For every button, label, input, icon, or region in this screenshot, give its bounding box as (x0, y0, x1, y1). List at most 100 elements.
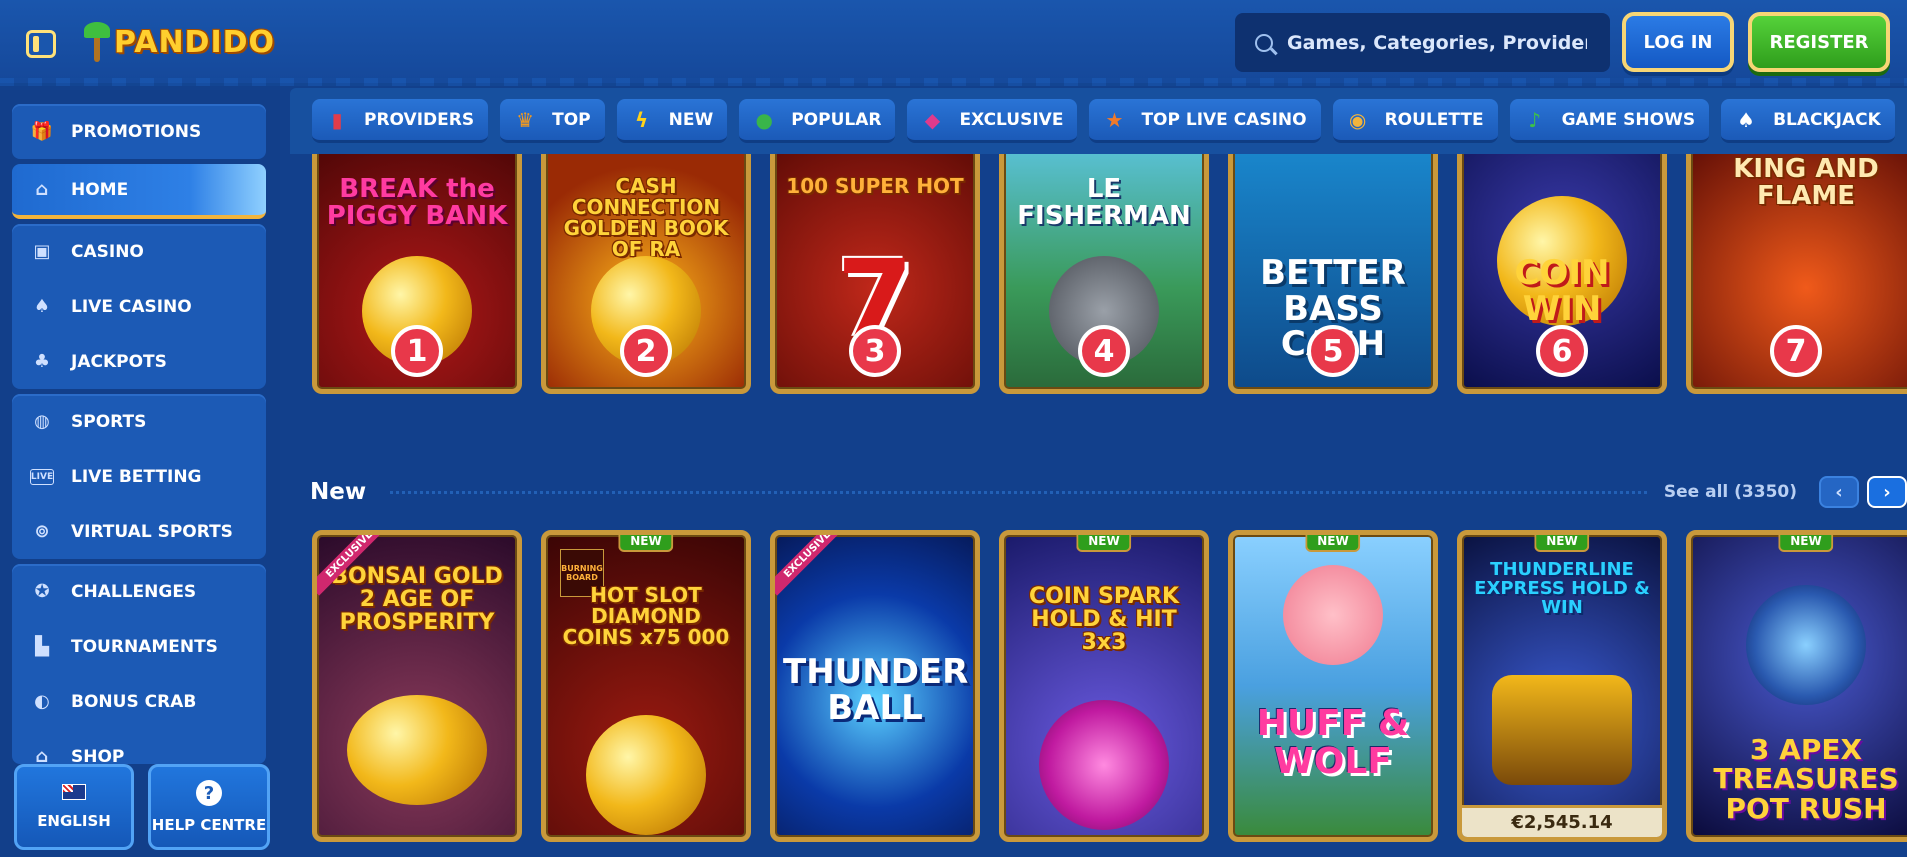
game-tile-huff-and-wolf[interactable]: NEW HUFF & WOLF (1228, 530, 1438, 842)
sidebar-item-label: BONUS CRAB (71, 691, 197, 712)
new-badge: NEW (1305, 535, 1361, 552)
game-title: 100 SUPER HOT (786, 174, 964, 198)
new-badge: NEW (1076, 535, 1132, 552)
train-art (1492, 675, 1632, 785)
tab-popular[interactable]: ● POPULAR (739, 99, 896, 143)
game-tile-bonsai-gold-2[interactable]: EXCLUSIVE BONSAI GOLD 2 AGE OF PROSPERIT… (312, 530, 522, 842)
game-tile-hot-slot-diamond-coins[interactable]: NEW BURNING BOARD HOT SLOT DIAMOND COINS… (541, 530, 751, 842)
nav-group-extras: ✪ CHALLENGES ▙ TOURNAMENTS ◐ BONUS CRAB … (12, 564, 266, 764)
playing-cards-icon: ♠ (1737, 107, 1756, 132)
sidebar-item-label: LIVE CASINO (71, 296, 192, 317)
game-title: THUNDER BALL (783, 652, 969, 728)
tab-label: NEW (668, 109, 714, 130)
game-tile-thunder-ball[interactable]: EXCLUSIVE THUNDER BALL (770, 530, 980, 842)
tab-label: PROVIDERS (364, 109, 475, 130)
sidebar-item-shop[interactable]: ⌂ SHOP (12, 729, 266, 764)
help-centre-button[interactable]: ? HELP CENTRE (148, 764, 270, 850)
language-button[interactable]: ENGLISH (14, 764, 134, 850)
home-icon: ⌂ (35, 179, 49, 200)
question-icon: ? (196, 780, 222, 806)
tab-providers[interactable]: ▮ PROVIDERS (312, 99, 489, 143)
sidebar-item-live-betting[interactable]: LIVE LIVE BETTING (12, 449, 266, 504)
register-button[interactable]: REGISTER (1748, 12, 1890, 72)
sidebar-item-challenges[interactable]: ✪ CHALLENGES (12, 564, 266, 619)
chevron-left-icon[interactable]: ‹ (1819, 476, 1859, 508)
site-logo[interactable]: PANDIDO (84, 16, 275, 68)
bonsai-tree-art (347, 695, 487, 805)
sidebar-item-live-casino[interactable]: ♠ LIVE CASINO (12, 279, 266, 334)
sidebar-item-label: SPORTS (71, 411, 147, 432)
game-tile-le-fisherman[interactable]: LE FISHERMAN 4 (999, 154, 1209, 394)
chevron-right-icon[interactable]: › (1867, 476, 1907, 508)
sidebar-item-home[interactable]: ⌂ HOME (12, 164, 266, 219)
sidebar-item-sports[interactable]: ◍ SPORTS (12, 394, 266, 449)
tab-label: GAME SHOWS (1561, 109, 1696, 130)
tab-blackjack[interactable]: ♠ BLACKJACK (1721, 99, 1895, 143)
section-title: New (310, 479, 367, 505)
sidebar-item-label: PROMOTIONS (71, 121, 202, 142)
game-tile-golden-book-of-ra[interactable]: CASH CONNECTION GOLDEN BOOK OF RA 2 (541, 154, 751, 394)
tab-label: TOP LIVE CASINO (1141, 109, 1307, 130)
virtual-ball-icon: ⊚ (34, 521, 50, 542)
rank-badge: 4 (1078, 325, 1130, 377)
see-all-link[interactable]: See all (3350) (1664, 482, 1797, 502)
language-label: ENGLISH (37, 812, 111, 830)
tab-label: POPULAR (791, 109, 882, 130)
tab-game-shows[interactable]: ♪ GAME SHOWS (1509, 99, 1710, 143)
tab-exclusive[interactable]: ◆ EXCLUSIVE (907, 99, 1078, 143)
sidebar-item-bonus-crab[interactable]: ◐ BONUS CRAB (12, 674, 266, 729)
sidebar-item-label: CHALLENGES (71, 581, 197, 602)
rank-badge: 5 (1307, 325, 1359, 377)
game-title: THUNDERLINE EXPRESS HOLD & WIN (1474, 559, 1650, 618)
sidebar-item-casino[interactable]: ▣ CASINO (12, 224, 266, 279)
sidebar-item-label: CASINO (71, 241, 144, 262)
lightning-icon: ϟ (635, 107, 649, 132)
sidebar-item-jackpots[interactable]: ♣ JACKPOTS (12, 334, 266, 389)
game-tile-100-super-hot[interactable]: 100 SUPER HOT 7 3 (770, 154, 980, 394)
new-badge: NEW (1534, 535, 1590, 552)
new-section-header: New See all (3350) ‹ › (310, 474, 1907, 510)
search-icon (1255, 33, 1273, 52)
game-tile-break-the-piggy-bank[interactable]: BREAK the PIGGY BANK 1 (312, 154, 522, 394)
sidebar-toggle-icon[interactable] (26, 30, 56, 58)
sidebar-item-promotions[interactable]: 🎁 PROMOTIONS (12, 104, 266, 159)
search-input[interactable] (1287, 31, 1587, 54)
game-title: COIN SPARK HOLD & HIT 3x3 (1028, 584, 1180, 656)
tab-top-live-casino[interactable]: ★ TOP LIVE CASINO (1089, 99, 1321, 143)
rank-badge: 7 (1770, 325, 1822, 377)
game-lobby: BREAK the PIGGY BANK 1 CASH CONNECTION G… (290, 154, 1907, 857)
search-bar[interactable] (1235, 13, 1610, 72)
game-tile-coin-win[interactable]: COIN WIN 6 (1457, 154, 1667, 394)
australia-flag-icon (62, 784, 86, 800)
help-label: HELP CENTRE (151, 816, 267, 834)
mic-icon: ♪ (1528, 107, 1541, 132)
podium-icon: ▙ (35, 636, 49, 657)
game-tile-king-and-flame[interactable]: KING AND FLAME 7 (1686, 154, 1907, 394)
sidebar-item-tournaments[interactable]: ▙ TOURNAMENTS (12, 619, 266, 674)
tab-new[interactable]: ϟ NEW (616, 99, 728, 143)
crab-icon: ◐ (34, 691, 50, 712)
game-tile-better-bass-cash[interactable]: BETTER BASS CASH 5 (1228, 154, 1438, 394)
game-tile-coin-spark[interactable]: NEW COIN SPARK HOLD & HIT 3x3 (999, 530, 1209, 842)
cards-icon: ♠ (33, 296, 51, 317)
game-tile-thunderline-express[interactable]: NEW THUNDERLINE EXPRESS HOLD & WIN €2,54… (1457, 530, 1667, 842)
live-icon: LIVE (30, 468, 54, 485)
game-tile-3-apex-treasures[interactable]: NEW 3 APEX TREASURES POT RUSH (1686, 530, 1907, 842)
crown-orb-art (1039, 700, 1169, 830)
nav-group-home: ⌂ HOME (12, 164, 266, 219)
jackpot-amount: €2,545.14 (1462, 805, 1662, 837)
nav-group-promotions: 🎁 PROMOTIONS (12, 104, 266, 159)
tab-top[interactable]: ♛ TOP (500, 99, 605, 143)
rank-badge: 6 (1536, 325, 1588, 377)
wolf-art (1746, 585, 1866, 705)
section-divider (390, 490, 1650, 494)
gold-coin-art (586, 715, 706, 835)
game-title: BONSAI GOLD 2 AGE OF PROSPERITY (331, 564, 503, 636)
game-title: 3 APEX TREASURES POT RUSH (1713, 733, 1899, 825)
tab-roulette[interactable]: ◉ ROULETTE (1332, 99, 1498, 143)
login-button[interactable]: LOG IN (1622, 12, 1734, 72)
sidebar-item-virtual-sports[interactable]: ⊚ VIRTUAL SPORTS (12, 504, 266, 559)
sidebar-item-label: SHOP (71, 746, 125, 765)
starfish-icon: ★ (1105, 107, 1124, 132)
game-title: COIN WIN (1514, 253, 1610, 329)
